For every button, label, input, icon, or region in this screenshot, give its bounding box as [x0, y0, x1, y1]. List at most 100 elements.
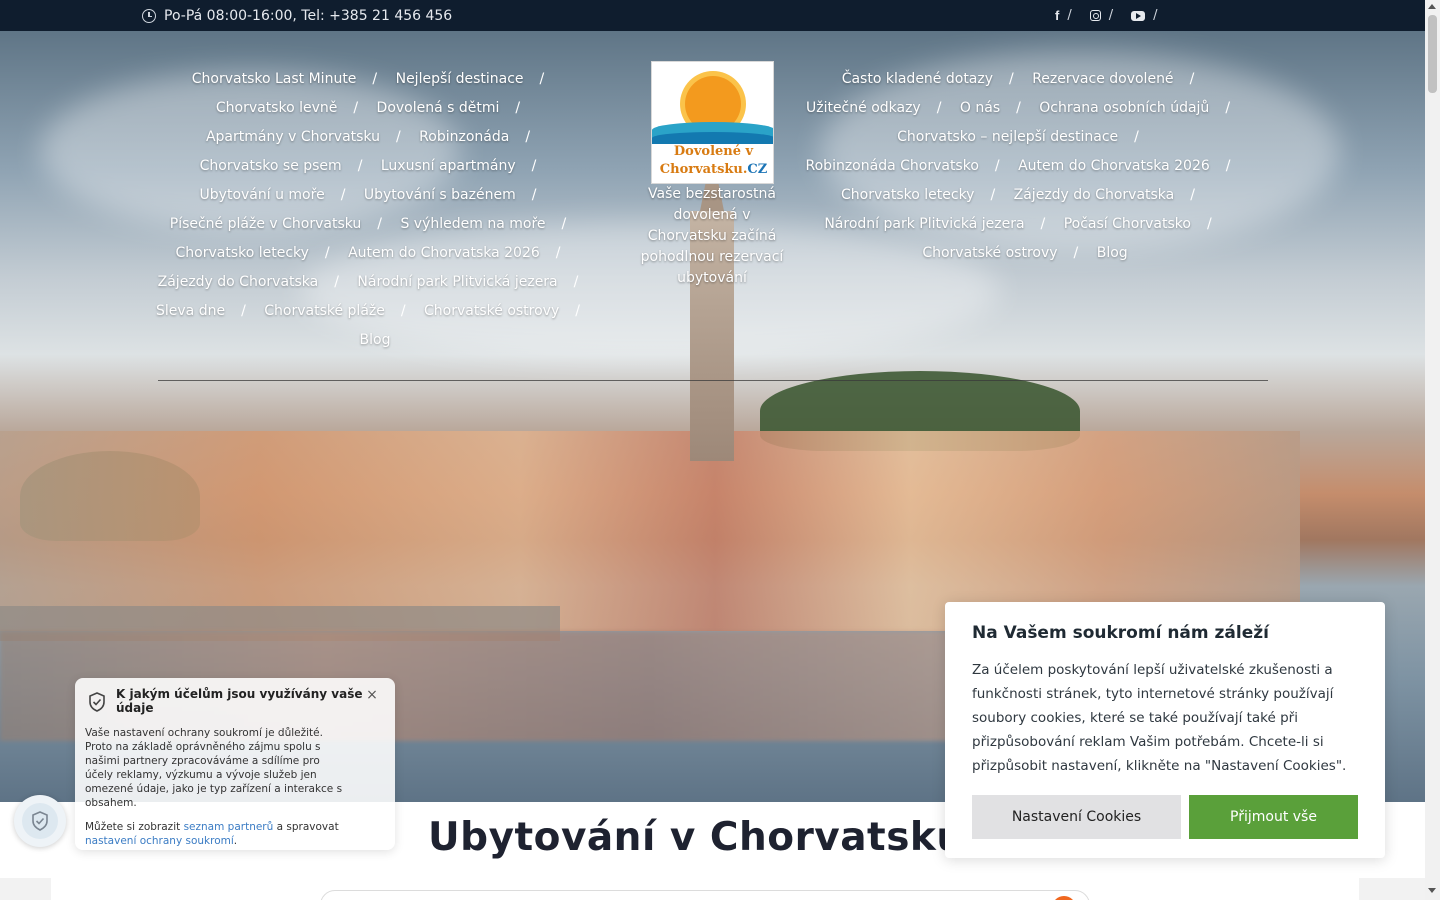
- nav-left-link[interactable]: Apartmány v Chorvatsku: [206, 129, 380, 145]
- nav-left-link[interactable]: Robinzonáda: [419, 129, 509, 145]
- nav-right-item[interactable]: Rezervace dovolené /: [1032, 65, 1208, 94]
- nav-left-item[interactable]: Chorvatské pláže /: [264, 297, 419, 326]
- nav-left-item[interactable]: Chorvatsko levně /: [216, 94, 372, 123]
- nav-left-item[interactable]: Písečné pláže v Chorvatsku /: [170, 210, 396, 239]
- nav-left-item[interactable]: Chorvatsko se psem /: [200, 152, 377, 181]
- nav-right-item[interactable]: Počasí Chorvatsko /: [1064, 210, 1226, 239]
- nav-separator: /: [372, 71, 378, 87]
- scroll-up-icon[interactable]: [1428, 4, 1436, 9]
- nav-separator: /: [353, 100, 359, 116]
- nav-left-link[interactable]: Písečné pláže v Chorvatsku: [170, 216, 362, 232]
- nav-left-item[interactable]: Blog: [360, 326, 391, 355]
- nav-separator: /: [1206, 216, 1212, 232]
- privacy-foot-prefix: Můžete si zobrazit: [85, 821, 184, 833]
- nav-left-link[interactable]: Národní park Plitvická jezera: [357, 274, 557, 290]
- nav-left-link[interactable]: Chorvatsko Last Minute: [192, 71, 357, 87]
- nav-left-link[interactable]: Ubytování u moře: [200, 187, 325, 203]
- privacy-settings-link[interactable]: nastavení ochrany soukromí: [85, 835, 234, 847]
- cookie-banner: Na Vašem soukromí nám záleží Za účelem p…: [945, 602, 1385, 858]
- top-bar: Po-Pá 08:00-16:00, Tel: +385 21 456 456 …: [0, 0, 1425, 31]
- cookie-banner-text: Za účelem poskytování lepší uživatelské …: [972, 662, 1347, 774]
- youtube-link[interactable]: /: [1131, 8, 1158, 23]
- nav-left-link[interactable]: Nejlepší destinace: [396, 71, 524, 87]
- nav-left-link[interactable]: Chorvatské pláže: [264, 303, 385, 319]
- nav-left-item[interactable]: Zájezdy do Chorvatska /: [158, 268, 353, 297]
- nav-right-link[interactable]: Národní park Plitvická jezera: [824, 216, 1024, 232]
- nav-separator: /: [1134, 129, 1139, 145]
- nav-left-link[interactable]: Chorvatsko levně: [216, 100, 338, 116]
- search-input[interactable]: [320, 890, 1090, 900]
- nav-left-link[interactable]: Chorvatsko se psem: [200, 158, 342, 174]
- nav-right-item[interactable]: Blog: [1097, 239, 1128, 268]
- nav-right-link[interactable]: Počasí Chorvatsko: [1064, 216, 1191, 232]
- nav-separator: /: [555, 245, 561, 261]
- nav-left-item[interactable]: Sleva dne /: [156, 297, 260, 326]
- nav-right-link[interactable]: Robinzonáda Chorvatsko: [806, 158, 979, 174]
- nav-left-item[interactable]: Chorvatsko Last Minute /: [192, 65, 391, 94]
- nav-left-link[interactable]: Autem do Chorvatska 2026: [348, 245, 540, 261]
- nav-right-link[interactable]: Zájezdy do Chorvatska: [1014, 187, 1175, 203]
- nav-right-item[interactable]: Chorvatské ostrovy /: [922, 239, 1092, 268]
- privacy-popup-title: K jakým účelům jsou využívány vaše údaje: [116, 687, 363, 715]
- nav-right-link[interactable]: Chorvatsko – nejlepší destinace: [897, 129, 1118, 145]
- nav-left-item[interactable]: Autem do Chorvatska 2026 /: [348, 239, 574, 268]
- nav-separator: /: [340, 187, 346, 203]
- nav-right-item[interactable]: Národní park Plitvická jezera /: [824, 210, 1059, 239]
- nav-right-link[interactable]: Chorvatsko letecky: [841, 187, 974, 203]
- nav-right-link[interactable]: Blog: [1097, 245, 1128, 261]
- nav-left-link[interactable]: Zájezdy do Chorvatska: [158, 274, 319, 290]
- nav-right-link[interactable]: Chorvatské ostrovy: [922, 245, 1057, 261]
- partners-link[interactable]: seznam partnerů: [184, 821, 274, 833]
- nav-right-item[interactable]: Chorvatsko – nejlepší destinace /: [897, 123, 1153, 152]
- nav-separator: /: [1190, 187, 1195, 203]
- nav-left-item[interactable]: Robinzonáda /: [419, 123, 544, 152]
- social-separator: /: [1108, 8, 1114, 23]
- nav-left-item[interactable]: Chorvatské ostrovy /: [424, 297, 594, 326]
- nav-left-item[interactable]: Ubytování u moře /: [200, 181, 360, 210]
- page-scrollbar[interactable]: [1425, 0, 1440, 900]
- scrollbar-thumb[interactable]: [1428, 15, 1437, 93]
- nav-right-item[interactable]: Autem do Chorvatska 2026 /: [1018, 152, 1244, 181]
- close-icon[interactable]: ×: [365, 688, 379, 702]
- nav-right-item[interactable]: Užitečné odkazy /: [806, 94, 955, 123]
- nav-left-link[interactable]: Blog: [360, 332, 391, 348]
- nav-right-item[interactable]: Zájezdy do Chorvatska /: [1014, 181, 1209, 210]
- nav-left-item[interactable]: Luxusní apartmány /: [381, 152, 550, 181]
- nav-left-item[interactable]: Chorvatsko letecky /: [175, 239, 343, 268]
- nav-right-link[interactable]: Často kladené dotazy: [842, 71, 993, 87]
- nav-right-item[interactable]: Chorvatsko letecky /: [841, 181, 1009, 210]
- nav-right-link[interactable]: Autem do Chorvatska 2026: [1018, 158, 1210, 174]
- accept-all-button[interactable]: Přijmout vše: [1189, 795, 1358, 839]
- nav-right-link[interactable]: O nás: [960, 100, 1000, 116]
- nav-left-link[interactable]: Chorvatské ostrovy: [424, 303, 559, 319]
- nav-right-link[interactable]: Rezervace dovolené: [1032, 71, 1173, 87]
- facebook-link[interactable]: f /: [1055, 8, 1072, 23]
- nav-left-link[interactable]: Chorvatsko letecky: [175, 245, 308, 261]
- scroll-down-icon[interactable]: [1428, 888, 1436, 893]
- nav-left-item[interactable]: Nejlepší destinace /: [396, 65, 559, 94]
- nav-left-link[interactable]: Dovolená s dětmi: [377, 100, 500, 116]
- nav-right-link[interactable]: Ochrana osobních údajů: [1039, 100, 1209, 116]
- youtube-icon: [1131, 10, 1146, 21]
- nav-left-link[interactable]: Luxusní apartmány: [381, 158, 516, 174]
- nav-right-item[interactable]: Ochrana osobních údajů /: [1039, 94, 1244, 123]
- nav-right-item[interactable]: O nás /: [960, 94, 1035, 123]
- nav-left-item[interactable]: Apartmány v Chorvatsku /: [206, 123, 415, 152]
- instagram-link[interactable]: /: [1089, 8, 1114, 23]
- nav-right-item[interactable]: Často kladené dotazy /: [842, 65, 1028, 94]
- nav-left-link[interactable]: S výhledem na moře: [400, 216, 545, 232]
- logo-text-line1: Dovolené v: [673, 144, 754, 159]
- nav-left-item[interactable]: Národní park Plitvická jezera /: [357, 268, 592, 297]
- nav-left-item[interactable]: Dovolená s dětmi /: [377, 94, 535, 123]
- nav-left-item[interactable]: Ubytování s bazénem /: [364, 181, 551, 210]
- nav-separator: /: [1189, 71, 1195, 87]
- nav-right-item[interactable]: Robinzonáda Chorvatsko /: [806, 152, 1014, 181]
- privacy-foot-mid: a spravovat: [273, 821, 339, 833]
- nav-right-link[interactable]: Užitečné odkazy: [806, 100, 921, 116]
- nav-left-link[interactable]: Sleva dne: [156, 303, 225, 319]
- site-logo[interactable]: Dovolené v Chorvatsku.CZ: [651, 61, 774, 184]
- nav-left-item[interactable]: S výhledem na moře /: [400, 210, 580, 239]
- privacy-settings-button[interactable]: [14, 795, 66, 847]
- nav-left-link[interactable]: Ubytování s bazénem: [364, 187, 516, 203]
- cookie-settings-button[interactable]: Nastavení Cookies: [972, 795, 1181, 839]
